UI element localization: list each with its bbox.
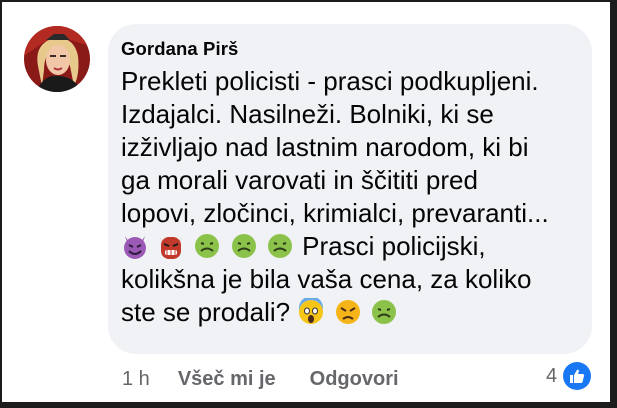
comment-text: Prekleti policisti - prasci podkupljeni.… [121, 65, 592, 329]
reply-button[interactable]: Odgovori [310, 368, 399, 391]
like-icon [563, 362, 592, 390]
comment-line: lopovi, zločinci, krimialci, prevaranti.… [121, 198, 549, 228]
ogre-icon [157, 232, 185, 260]
angry-face-icon [334, 298, 362, 326]
comment-bubble: Gordana Pirš Prekleti policisti - prasci… [108, 24, 592, 354]
comment-frame: Gordana Pirš Prekleti policisti - prasci… [2, 2, 610, 402]
comment-line-with-emojis: ste se prodali? [121, 296, 592, 329]
like-button[interactable]: Všeč mi je [178, 368, 276, 391]
nauseated-face-icon [230, 232, 258, 260]
comment-line: Izdajalci. Nasilneži. Bolniki, ki se [121, 99, 494, 129]
comment-author[interactable]: Gordana Pirš [121, 37, 592, 61]
reactions-summary[interactable]: 4 [546, 362, 592, 390]
nauseated-face-icon [266, 232, 294, 260]
comment-line: Prekleti policisti - prasci podkupljeni. [121, 66, 539, 96]
screaming-face-icon [297, 298, 325, 326]
comment-line-text: ste se prodali? [121, 297, 291, 327]
comment-line: kolikšna je bila vaša cena, za koliko [121, 264, 532, 294]
comment-line-text: Prasci policijski, [302, 231, 486, 261]
comment-timestamp[interactable]: 1 h [122, 368, 150, 391]
comment-line: izživljajo nad lastnim narodom, ki bi [121, 132, 529, 162]
comment-line: ga morali varovati in ščititi pred [121, 165, 478, 195]
avatar[interactable] [24, 26, 90, 92]
reaction-count: 4 [546, 364, 558, 387]
comment-actions: 1 h Všeč mi je Odgovori [122, 364, 399, 394]
comment-line-with-emojis: Prasci policijski, [121, 230, 592, 263]
smiling-imp-icon [121, 232, 149, 260]
nauseated-face-icon [193, 232, 221, 260]
nauseated-face-icon [370, 298, 398, 326]
